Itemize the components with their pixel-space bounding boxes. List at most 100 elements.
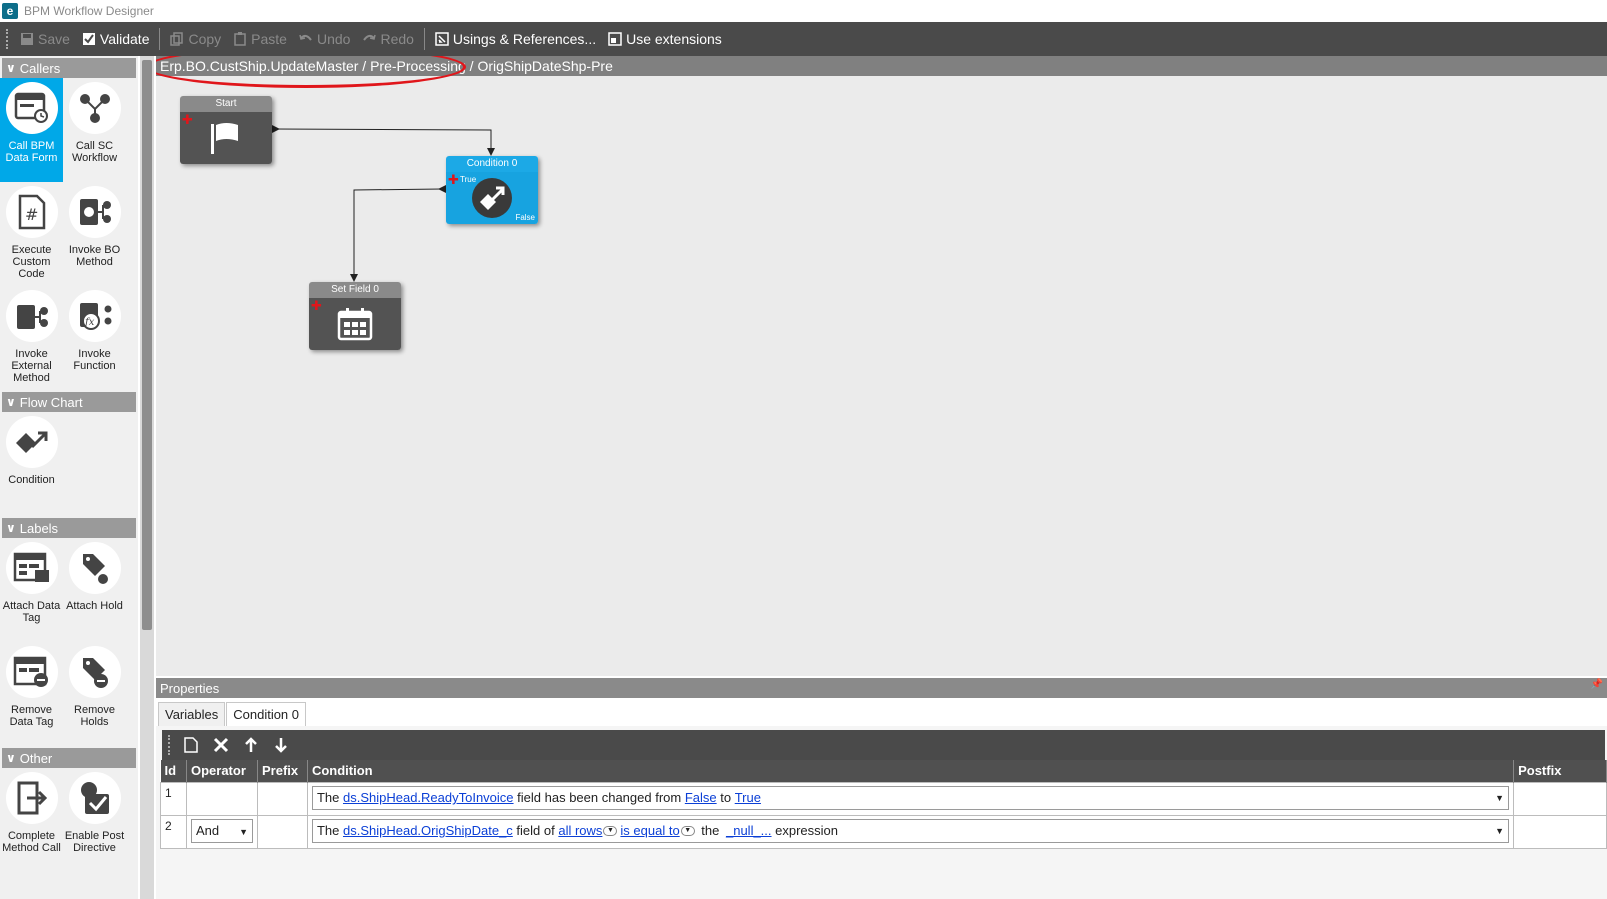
- category-label: Other: [19, 750, 53, 766]
- move-down-button[interactable]: [266, 737, 296, 753]
- new-row-button[interactable]: [176, 737, 206, 753]
- cell-id: 2: [160, 814, 187, 849]
- paste-icon: [234, 32, 246, 46]
- workflow-node-condition[interactable]: Condition 0 ✚ True False: [446, 156, 538, 224]
- tool-label: Call SC Workflow: [71, 140, 118, 164]
- tab-variables[interactable]: Variables: [158, 702, 226, 726]
- condition-editor[interactable]: The ds.ShipHead.OrigShipDate_c field of …: [311, 818, 1510, 843]
- arrow-up-icon: [245, 737, 257, 752]
- redo-label: Redo: [380, 31, 414, 47]
- comparison-link[interactable]: is equal to: [620, 823, 679, 838]
- tool-remove-holds[interactable]: Remove Holds: [63, 642, 126, 746]
- category-label: Labels: [19, 520, 59, 536]
- tool-condition[interactable]: Condition: [0, 412, 63, 516]
- column-header-id[interactable]: Id: [160, 760, 187, 782]
- copy-button[interactable]: Copy: [164, 22, 227, 56]
- validate-button[interactable]: Validate: [76, 22, 156, 56]
- undo-icon: [299, 34, 312, 41]
- column-header-prefix[interactable]: Prefix: [257, 760, 308, 782]
- attach-data-tag-icon: [5, 542, 58, 594]
- start-output-arrow: [272, 125, 280, 133]
- tool-invoke-function[interactable]: fx Invoke Function: [63, 286, 126, 390]
- move-up-button[interactable]: [236, 737, 266, 753]
- use-extensions-button[interactable]: Use extensions: [602, 22, 728, 56]
- calendar-icon: [337, 308, 373, 341]
- cell-prefix[interactable]: [256, 814, 308, 849]
- tool-execute-custom-code[interactable]: # Execute Custom Code: [0, 182, 63, 286]
- paste-button[interactable]: Paste: [227, 22, 293, 56]
- tool-remove-data-tag[interactable]: Remove Data Tag: [0, 642, 63, 746]
- tool-attach-hold[interactable]: Attach Hold: [63, 538, 126, 642]
- cell-postfix[interactable]: [1513, 814, 1607, 849]
- tool-call-sc-workflow[interactable]: Call SC Workflow: [63, 78, 126, 182]
- category-header-flow-chart[interactable]: ∨ Flow Chart: [2, 392, 136, 412]
- expression-link[interactable]: _null_...: [726, 823, 772, 838]
- field-link[interactable]: ds.ShipHead.OrigShipDate_c: [343, 823, 513, 838]
- properties-title: Properties: [160, 680, 220, 696]
- tool-label: Remove Data Tag: [9, 704, 54, 728]
- tool-label: Attach Hold: [66, 600, 123, 612]
- to-value-link[interactable]: True: [735, 790, 761, 805]
- rows-scope-dropdown[interactable]: ▼: [603, 825, 618, 836]
- rows-scope-link[interactable]: all rows: [558, 823, 602, 838]
- workflow-node-start[interactable]: Start ✚: [180, 96, 272, 164]
- cell-condition: The ds.ShipHead.ReadyToInvoice field has…: [306, 781, 1515, 816]
- delete-row-button[interactable]: [206, 737, 236, 753]
- tool-invoke-external-method[interactable]: Invoke External Method: [0, 286, 63, 390]
- condition-editor[interactable]: The ds.ShipHead.ReadyToInvoice field has…: [311, 785, 1510, 810]
- window-title: BPM Workflow Designer: [24, 4, 154, 18]
- plus-icon[interactable]: ✚: [182, 113, 193, 126]
- operator-value: And: [195, 823, 220, 838]
- connector-condition-true-to-setfield: [350, 188, 443, 282]
- conditions-table: Id Operator Prefix Condition Postfix 1 T…: [160, 760, 1607, 849]
- chevron-down-icon[interactable]: ▼: [1495, 826, 1504, 836]
- redo-icon: [363, 34, 377, 41]
- pin-icon[interactable]: 📌: [1591, 679, 1603, 690]
- workflow-node-set-field[interactable]: Set Field 0 ✚: [309, 282, 401, 350]
- category-header-labels[interactable]: ∨ Labels: [2, 518, 136, 538]
- use-extensions-label: Use extensions: [626, 31, 722, 47]
- cell-operator[interactable]: [185, 781, 258, 816]
- workflow-connectors: [272, 125, 495, 282]
- chevron-down-icon[interactable]: ▼: [1495, 793, 1504, 803]
- svg-text:#: #: [25, 205, 38, 224]
- tool-invoke-bo-method[interactable]: Invoke BO Method: [63, 182, 126, 286]
- column-header-operator[interactable]: Operator: [186, 760, 258, 782]
- tool-complete-method-call[interactable]: Complete Method Call: [0, 768, 63, 872]
- comparison-dropdown[interactable]: ▼: [680, 825, 695, 836]
- plus-icon[interactable]: ✚: [311, 299, 322, 312]
- column-header-postfix[interactable]: Postfix: [1513, 760, 1607, 782]
- tool-call-bpm-data-form[interactable]: Call BPM Data Form: [0, 78, 63, 182]
- workflow-canvas[interactable]: Erp.BO.CustShip.UpdateMaster / Pre-Proce…: [156, 56, 1607, 676]
- tool-grid-other: Complete Method Call Enable Post Directi…: [0, 768, 138, 872]
- save-button[interactable]: Save: [14, 22, 76, 56]
- usings-references-button[interactable]: Usings & References...: [429, 22, 602, 56]
- toolbox-scrollbar[interactable]: [140, 56, 154, 899]
- tool-attach-data-tag[interactable]: Attach Data Tag: [0, 538, 63, 642]
- workflow-icon: [68, 82, 121, 134]
- toolbar-grip[interactable]: [168, 735, 172, 755]
- category-header-other[interactable]: ∨ Other: [2, 748, 136, 768]
- table-row[interactable]: 2 And ▼ The ds.ShipHead.OrigShipDate_c f…: [160, 814, 1607, 849]
- field-link[interactable]: ds.ShipHead.ReadyToInvoice: [343, 790, 514, 805]
- tool-enable-post-directive[interactable]: Enable Post Directive: [63, 768, 126, 872]
- table-row[interactable]: 1 The ds.ShipHead.ReadyToInvoice field h…: [160, 781, 1607, 816]
- category-label: Flow Chart: [19, 394, 83, 410]
- cell-postfix[interactable]: [1513, 781, 1607, 816]
- checkbox-icon: [82, 33, 95, 45]
- undo-button[interactable]: Undo: [293, 22, 356, 56]
- toolbar-separator: [423, 28, 425, 50]
- window-titlebar: e BPM Workflow Designer: [0, 0, 1607, 22]
- toolbar-grip[interactable]: [6, 29, 10, 49]
- column-header-condition[interactable]: Condition: [307, 760, 1515, 782]
- toolbox-scrollbar-thumb[interactable]: [142, 60, 152, 630]
- from-value-link[interactable]: False: [685, 790, 717, 805]
- category-header-callers[interactable]: ∨ Callers: [2, 58, 136, 78]
- cell-prefix[interactable]: [256, 781, 308, 816]
- operator-select[interactable]: And ▼: [190, 818, 253, 843]
- redo-button[interactable]: Redo: [356, 22, 419, 56]
- condition-text: field has been changed from: [513, 790, 685, 805]
- tab-condition-0[interactable]: Condition 0: [226, 702, 307, 726]
- plus-icon[interactable]: ✚: [448, 173, 459, 186]
- undo-label: Undo: [316, 31, 351, 47]
